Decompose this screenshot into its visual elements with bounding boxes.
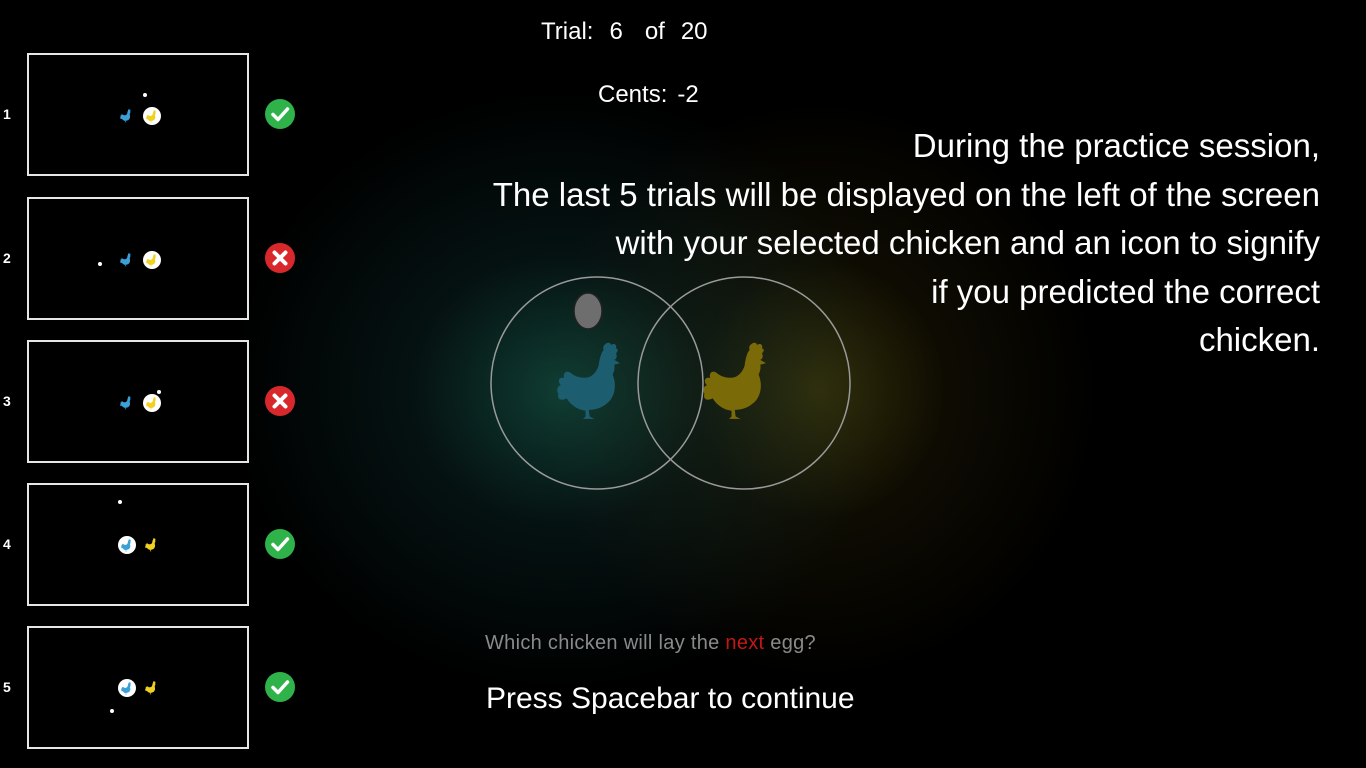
- history-row-number: 4: [3, 536, 11, 552]
- instructions-text: During the practice session, The last 5 …: [360, 122, 1320, 365]
- history-thumbnail: [27, 197, 249, 320]
- checkmark-icon: [265, 672, 295, 702]
- history-row-number: 3: [3, 393, 11, 409]
- question-prompt: Which chicken will lay the next egg?: [485, 632, 816, 655]
- instruction-line: The last 5 trials will be displayed on t…: [492, 175, 1320, 213]
- history-row-number: 1: [3, 106, 11, 122]
- prompt-after: egg?: [764, 632, 816, 654]
- history-row: 1: [0, 53, 320, 177]
- instruction-line: chicken.: [1198, 321, 1320, 358]
- prompt-before: Which chicken will lay the: [485, 632, 726, 654]
- continue-instruction: Press Spacebar to continue: [486, 682, 855, 715]
- instruction-line: During the practice session,: [912, 127, 1320, 164]
- history-row: 3: [0, 340, 320, 464]
- cross-icon: [265, 243, 295, 273]
- history-thumbnail: [27, 53, 249, 176]
- checkmark-icon: [265, 99, 295, 129]
- history-row: 2: [0, 197, 320, 321]
- history-row-number: 2: [3, 250, 11, 266]
- cross-icon: [265, 386, 295, 416]
- history-row-number: 5: [3, 679, 11, 695]
- instruction-line: if you predicted the correct: [931, 272, 1320, 310]
- checkmark-icon: [265, 529, 295, 559]
- instruction-line: with your selected chicken and an icon t…: [615, 224, 1320, 261]
- prompt-highlight: next: [725, 632, 765, 654]
- history-thumbnail: [27, 483, 249, 606]
- history-thumbnail: [27, 340, 249, 463]
- history-row: 5: [0, 626, 320, 750]
- history-row: 4: [0, 483, 320, 607]
- history-thumbnail: [27, 626, 249, 749]
